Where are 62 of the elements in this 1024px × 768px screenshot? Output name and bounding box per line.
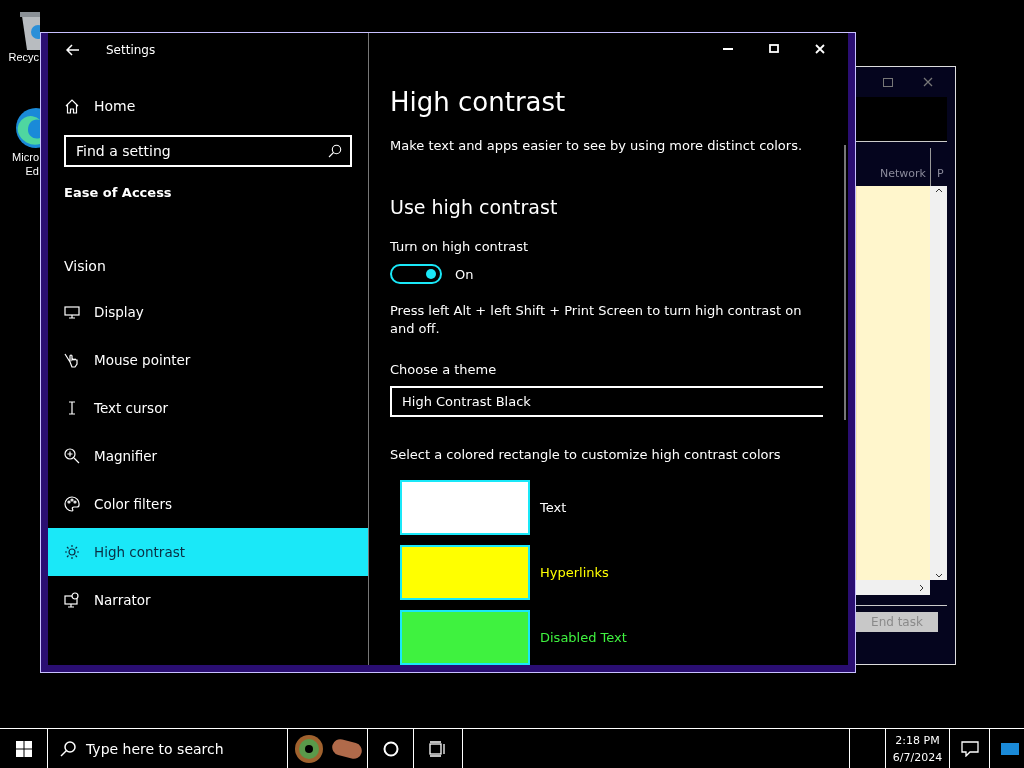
- nav-item[interactable]: Mouse pointer: [48, 336, 368, 384]
- palette-icon: [64, 496, 80, 512]
- scrollbar[interactable]: [844, 145, 846, 420]
- nav-item[interactable]: Narrator: [48, 576, 368, 624]
- nav-item[interactable]: Display: [48, 288, 368, 336]
- speech-bubble-icon: [960, 741, 979, 757]
- search-icon: [60, 741, 76, 757]
- monitor-icon: [1000, 741, 1020, 757]
- section-heading: Use high contrast: [390, 196, 559, 218]
- page-heading: High contrast: [390, 86, 567, 119]
- magnifier-icon: [64, 448, 80, 464]
- up-chevron-icon[interactable]: [933, 186, 944, 194]
- nav-item[interactable]: High contrast: [48, 528, 368, 576]
- column-header[interactable]: P: [931, 167, 944, 186]
- down-chevron-icon[interactable]: [933, 572, 944, 580]
- toggle-label: Turn on high contrast: [390, 239, 530, 254]
- desktop-icon-label: Micro: [12, 150, 40, 164]
- window-title: Settings: [106, 43, 156, 57]
- desktop-icon-label: Recyc: [8, 50, 40, 64]
- home-icon: [64, 98, 80, 114]
- windows-icon: [15, 741, 32, 757]
- clock[interactable]: 2:18 PM 6/7/2024: [886, 729, 950, 768]
- horizontal-scrollbar[interactable]: [856, 580, 930, 595]
- theme-dropdown[interactable]: High Contrast Black: [390, 386, 823, 417]
- nav-item[interactable]: Magnifier: [48, 432, 368, 480]
- color-swatch[interactable]: [400, 545, 530, 600]
- nav-item[interactable]: Color filters: [48, 480, 368, 528]
- toggle-switch[interactable]: [390, 264, 442, 284]
- minimize-icon: [723, 47, 733, 50]
- hand-pointer-icon: [64, 352, 80, 368]
- theme-label: Choose a theme: [390, 362, 498, 377]
- sun-icon: [64, 544, 80, 560]
- section-title: Ease of Access: [64, 185, 173, 200]
- swatch-label: Hyperlinks: [540, 565, 609, 580]
- nav-item[interactable]: Text cursor: [48, 384, 368, 432]
- maximize-icon: [769, 44, 779, 53]
- taskbar-search[interactable]: Type here to search: [48, 729, 288, 768]
- shortcut-hint: Press left Alt + left Shift + Print Screen to turn high contrast on and off.: [390, 302, 803, 338]
- toggle-state: On: [455, 266, 474, 282]
- group-title: Vision: [64, 258, 107, 274]
- narrator-icon: [64, 592, 80, 608]
- donut-icon[interactable]: [292, 734, 325, 764]
- color-swatch[interactable]: [400, 480, 530, 535]
- monitor-icon: [64, 304, 80, 320]
- maximize-icon[interactable]: [883, 77, 893, 87]
- swatch-label: Text: [540, 500, 567, 515]
- swatch-instructions: Select a colored rectangle to customize high contrast colors: [390, 447, 782, 462]
- close-icon: [815, 43, 825, 54]
- pastry-icon[interactable]: [330, 738, 363, 760]
- vertical-scrollbar[interactable]: [930, 186, 947, 580]
- page-description: Make text and apps easier to see by using more distinct colors.: [390, 138, 804, 153]
- color-swatch[interactable]: [400, 610, 530, 665]
- task-view-icon: [429, 741, 447, 757]
- close-icon[interactable]: [923, 77, 933, 87]
- back-arrow-icon[interactable]: [66, 44, 80, 56]
- swatch-label: Disabled Text: [540, 630, 627, 645]
- search-icon: [328, 144, 342, 158]
- right-chevron-icon[interactable]: [918, 582, 926, 593]
- circle-icon: [382, 741, 399, 757]
- home-link[interactable]: Home: [64, 89, 368, 123]
- search-field[interactable]: Find a setting: [64, 135, 352, 167]
- desktop-icon-label: Ed: [25, 164, 40, 178]
